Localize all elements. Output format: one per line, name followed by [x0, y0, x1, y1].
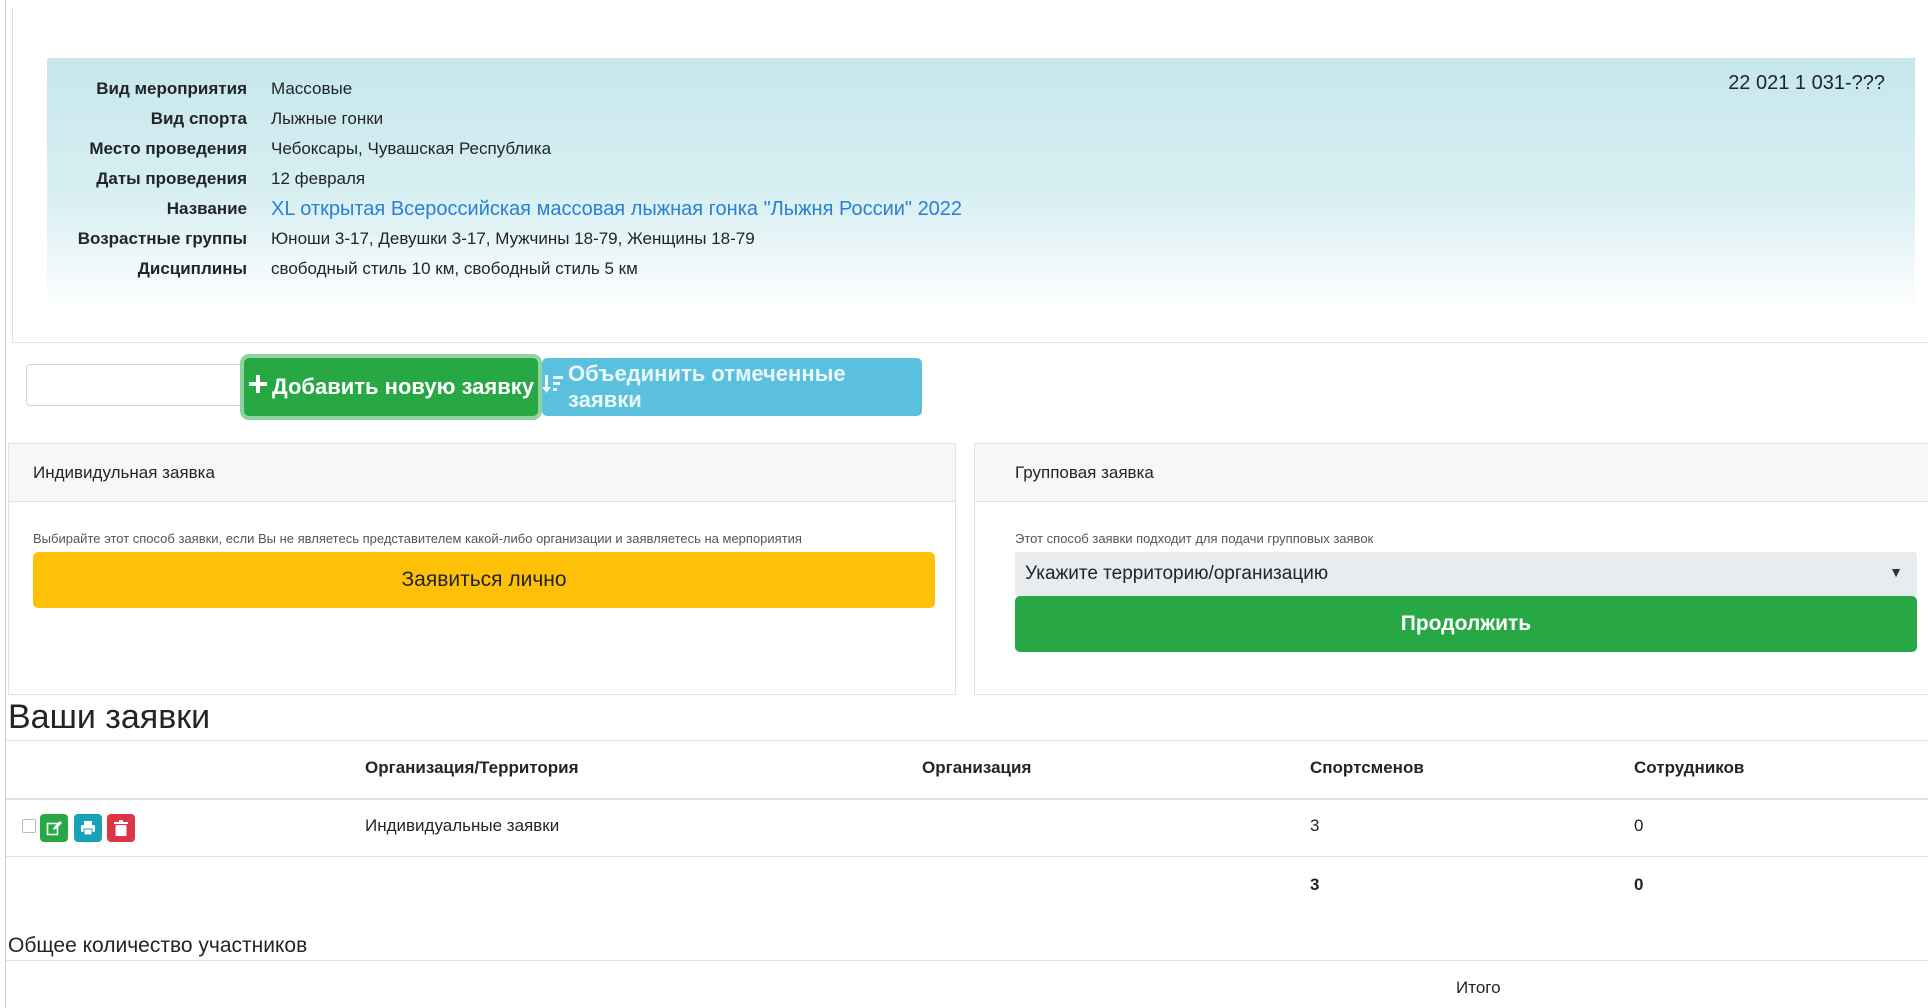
trash-icon[interactable]	[107, 814, 135, 842]
info-value: Массовые	[271, 79, 353, 98]
row-org-territory: Индивидуальные заявки	[365, 816, 560, 835]
plus-icon	[248, 373, 268, 401]
edit-icon[interactable]	[40, 814, 68, 842]
territory-select[interactable]: Укажите территорию/организацию ▼	[1015, 552, 1917, 596]
info-label: Название	[166, 199, 247, 218]
info-row-disciplines: Дисциплины свободный стиль 10 км, свобод…	[47, 254, 638, 284]
add-application-button[interactable]: Добавить новую заявку	[244, 358, 538, 416]
info-label: Дисциплины	[137, 259, 247, 278]
table-header-border	[6, 798, 1928, 800]
group-hint: Этот способ заявки подходит для подачи г…	[1015, 531, 1374, 546]
info-row-venue: Место проведения Чебоксары, Чувашская Ре…	[47, 134, 551, 164]
table-row-border	[6, 856, 1928, 857]
info-value: Чебоксары, Чувашская Республика	[271, 139, 552, 158]
total-staff: 0	[1634, 875, 1644, 894]
info-row-name: Название XL открытая Всероссийская массо…	[47, 194, 962, 224]
info-row-event-type: Вид мероприятия Массовые	[47, 74, 352, 104]
event-name-link[interactable]: XL открытая Всероссийская массовая лыжна…	[271, 198, 962, 221]
participants-title: Общее количество участников	[8, 934, 308, 957]
merge-applications-button[interactable]: Объединить отмеченные заявки	[542, 358, 922, 416]
caret-down-icon: ▼	[1889, 564, 1903, 580]
row-staff: 0	[1634, 816, 1644, 835]
territory-select-value: Укажите территорию/организацию	[1025, 563, 1329, 584]
info-row-dates: Даты проведения 12 февраля	[47, 164, 365, 194]
table-top-border	[6, 740, 1928, 741]
col-header-total: Итого	[1456, 978, 1501, 997]
col-header-staff: Сотрудников	[1634, 758, 1745, 777]
info-row-age-groups: Возрастные группы Юноши 3-17, Девушки 3-…	[47, 224, 755, 254]
print-icon[interactable]	[74, 814, 102, 842]
info-label: Даты проведения	[96, 169, 247, 188]
participants-table-border	[6, 960, 1928, 961]
merge-applications-label: Объединить отмеченные заявки	[568, 361, 846, 412]
col-header-organization: Организация	[922, 758, 1032, 777]
event-info-panel: 22 021 1 031-??? Вид мероприятия Массовы…	[47, 58, 1915, 312]
col-header-org-territory: Организация/Территория	[365, 758, 579, 777]
info-label: Возрастные группы	[77, 229, 247, 248]
individual-panel-title: Индивидульная заявка	[9, 444, 955, 502]
info-value: Лыжные гонки	[271, 109, 384, 128]
row-athletes: 3	[1310, 816, 1320, 835]
event-card: 22 021 1 031-??? Вид мероприятия Массовы…	[12, 8, 1928, 343]
add-application-label: Добавить новую заявку	[272, 374, 534, 399]
info-label: Вид спорта	[150, 109, 247, 128]
col-header-athletes: Спортсменов	[1310, 758, 1424, 777]
sort-amount-icon	[542, 373, 564, 402]
individual-application-panel: Индивидульная заявка Выбирайте этот спос…	[8, 443, 956, 695]
group-application-panel: Групповая заявка Этот способ заявки подх…	[974, 443, 1928, 695]
apply-personally-button[interactable]: Заявиться лично	[33, 552, 935, 608]
info-value: 12 февраля	[271, 169, 366, 188]
info-label: Вид мероприятия	[96, 79, 247, 98]
event-code: 22 021 1 031-???	[1728, 72, 1885, 94]
info-label: Место проведения	[89, 139, 247, 158]
filter-input[interactable]	[26, 364, 242, 406]
individual-hint: Выбирайте этот способ заявки, если Вы не…	[33, 531, 802, 546]
continue-button[interactable]: Продолжить	[1015, 596, 1917, 652]
info-value: Юноши 3-17, Девушки 3-17, Мужчины 18-79,…	[271, 229, 755, 248]
info-value: свободный стиль 10 км, свободный стиль 5…	[271, 259, 638, 278]
info-row-sport: Вид спорта Лыжные гонки	[47, 104, 383, 134]
total-athletes: 3	[1310, 875, 1320, 894]
group-panel-title: Групповая заявка	[975, 444, 1928, 502]
row-select-checkbox[interactable]	[22, 819, 36, 833]
your-applications-title: Ваши заявки	[8, 698, 211, 736]
